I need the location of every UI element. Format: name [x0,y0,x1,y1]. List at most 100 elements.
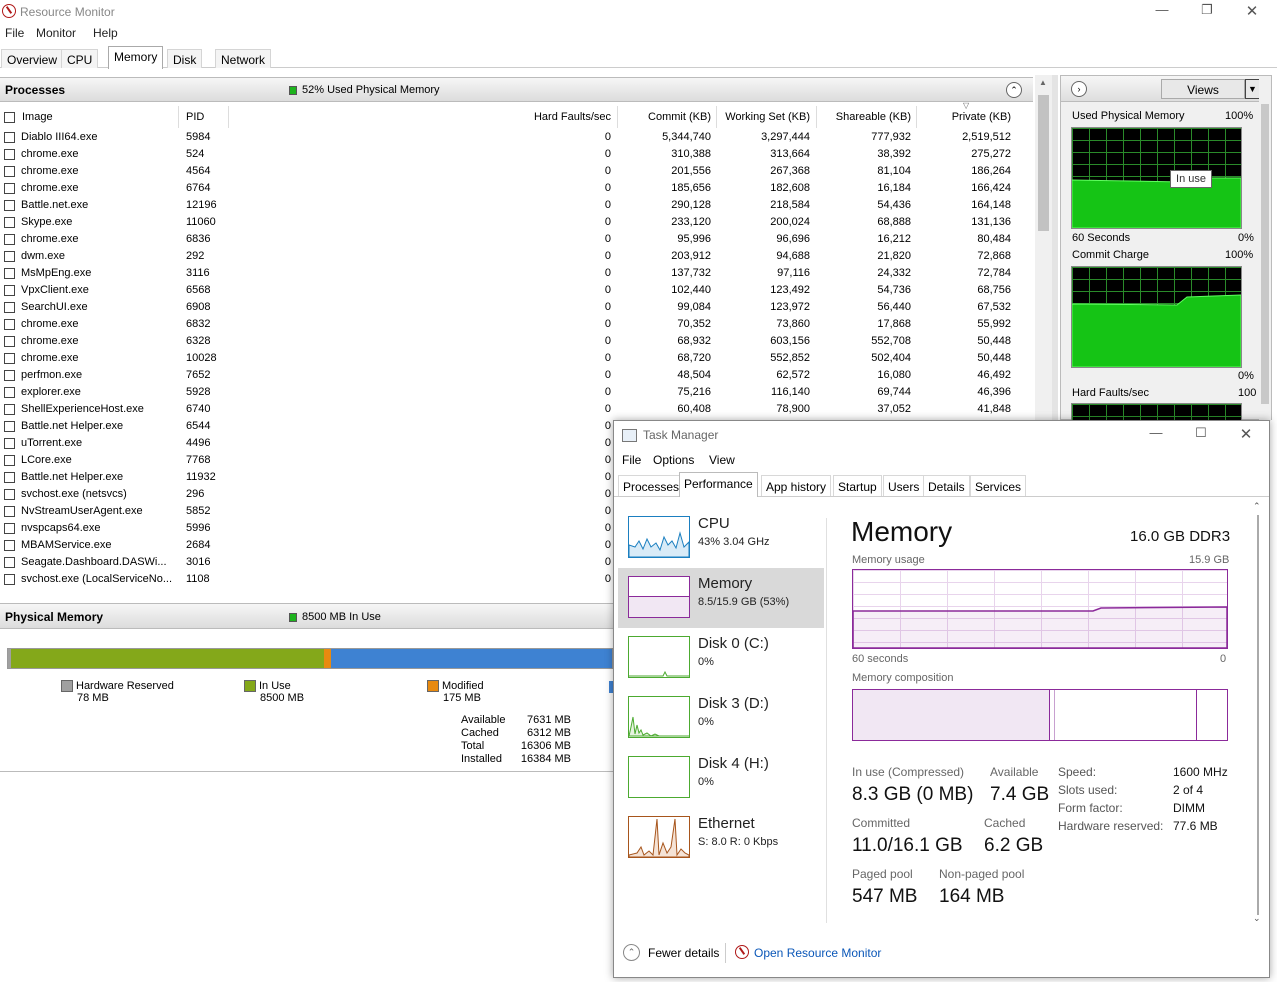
col-image[interactable]: Image [22,111,53,123]
tm-tab-performance[interactable]: Performance [679,472,758,497]
row-checkbox[interactable] [4,234,15,245]
col-hard-faults[interactable]: Hard Faults/sec [411,111,611,123]
tab-memory[interactable]: Memory [108,46,164,69]
scroll-up-icon[interactable]: ▲ [1039,78,1047,87]
row-checkbox[interactable] [4,336,15,347]
row-checkbox[interactable] [4,183,15,194]
tm-tab-details[interactable]: Details [923,475,970,496]
collapse-icon[interactable]: ⌃ [1006,82,1022,98]
tm-minimize-button[interactable]: — [1141,425,1171,443]
fewer-details-link[interactable]: Fewer details [648,946,719,960]
sidebar-item-disk-0[interactable]: Disk 0 (C:) 0% [618,628,824,688]
table-row[interactable]: perfmon.exe 7652 0 48,504 62,572 16,080 46,492 [0,367,1034,384]
col-shareable[interactable]: Shareable (KB) [816,111,911,123]
col-private[interactable]: Private (KB) [916,111,1011,123]
minimize-button[interactable]: — [1147,2,1177,20]
sidebar-item-disk-3[interactable]: Disk 3 (D:) 0% [618,688,824,748]
tab-cpu[interactable]: CPU [61,49,99,68]
tm-menu-view[interactable]: View [709,453,735,467]
tm-maximize-button[interactable]: ☐ [1186,425,1216,443]
row-checkbox[interactable] [4,251,15,262]
table-row[interactable]: VpxClient.exe 6568 0 102,440 123,492 54,736 68… [0,282,1034,299]
col-working-set[interactable]: Working Set (KB) [716,111,810,123]
tm-scrollbar[interactable]: ⌃ ⌄ [1251,501,1266,931]
tm-tab-processes[interactable]: Processes [618,475,685,496]
processes-header[interactable]: Processes 52% Used Physical Memory ⌃ [0,77,1033,102]
expand-right-icon[interactable]: › [1071,81,1087,97]
table-row[interactable]: chrome.exe 6764 0 185,656 182,608 16,184 166,4… [0,180,1034,197]
table-row[interactable]: chrome.exe 524 0 310,388 313,664 38,392 275,27… [0,146,1034,163]
menu-file[interactable]: File [5,26,24,40]
row-checkbox[interactable] [4,455,15,466]
row-checkbox[interactable] [4,574,15,585]
row-checkbox[interactable] [4,472,15,483]
row-checkbox[interactable] [4,506,15,517]
tm-menu-options[interactable]: Options [653,453,694,467]
tab-disk[interactable]: Disk [167,49,203,68]
tm-tab-startup[interactable]: Startup [833,475,882,496]
physical-memory-header[interactable]: Physical Memory 8500 MB In Use [0,603,614,629]
table-row[interactable]: chrome.exe 6836 0 95,996 96,696 16,212 80,484 [0,231,1034,248]
tm-tab-app-history[interactable]: App history [761,475,832,496]
sidebar-item-cpu[interactable]: CPU 43% 3.04 GHz [618,508,824,568]
splitter[interactable] [1052,75,1058,420]
sidebar-item-disk-4[interactable]: Disk 4 (H:) 0% [618,748,824,808]
table-row[interactable]: explorer.exe 5928 0 75,216 116,140 69,744 46,3… [0,384,1034,401]
table-row[interactable]: ShellExperienceHost.exe 6740 0 60,408 78,900… [0,401,1034,418]
table-row[interactable]: Battle.net.exe 12196 0 290,128 218,584 54,436… [0,197,1034,214]
restore-button[interactable]: ❐ [1192,2,1222,20]
views-button[interactable]: Views [1161,79,1245,99]
table-row[interactable]: dwm.exe 292 0 203,912 94,688 21,820 72,868 [0,248,1034,265]
graph-panel-scrollbar[interactable] [1259,76,1271,421]
tm-scroll-thumb[interactable] [1257,515,1259,915]
row-checkbox[interactable] [4,387,15,398]
select-all-checkbox[interactable] [4,111,15,123]
row-checkbox[interactable] [4,421,15,432]
row-checkbox[interactable] [4,200,15,211]
col-commit[interactable]: Commit (KB) [617,111,711,123]
views-dropdown-icon[interactable]: ▼ [1245,79,1260,99]
tm-tab-users[interactable]: Users [883,475,925,496]
row-checkbox[interactable] [4,370,15,381]
table-row[interactable]: chrome.exe 6328 0 68,932 603,156 552,708 50,44… [0,333,1034,350]
open-resource-monitor-link[interactable]: Open Resource Monitor [754,946,881,960]
row-checkbox[interactable] [4,166,15,177]
scroll-thumb[interactable] [1038,95,1049,231]
row-checkbox[interactable] [4,268,15,279]
row-checkbox[interactable] [4,285,15,296]
menu-help[interactable]: Help [93,26,118,40]
row-checkbox[interactable] [4,319,15,330]
col-pid[interactable]: PID [186,111,204,123]
row-checkbox[interactable] [4,489,15,500]
menu-monitor[interactable]: Monitor [36,26,76,40]
table-row[interactable]: chrome.exe 4564 0 201,556 267,368 81,104 186,2… [0,163,1034,180]
table-row[interactable]: SearchUI.exe 6908 0 99,084 123,972 56,440 67,5… [0,299,1034,316]
row-checkbox[interactable] [4,438,15,449]
sidebar-item-memory[interactable]: Memory 8.5/15.9 GB (53%) [618,568,824,628]
tm-scroll-down-icon[interactable]: ⌄ [1253,913,1261,924]
tm-tab-services[interactable]: Services [970,475,1027,496]
row-checkbox[interactable] [4,149,15,160]
table-row[interactable]: chrome.exe 10028 0 68,720 552,852 502,404 50,4… [0,350,1034,367]
row-checkbox[interactable] [4,132,15,143]
table-row[interactable]: MsMpEng.exe 3116 0 137,732 97,116 24,332 72,78… [0,265,1034,282]
row-checkbox[interactable] [4,523,15,534]
fewer-details-icon[interactable]: ⌃ [623,944,640,961]
table-row[interactable]: Skype.exe 11060 0 233,120 200,024 68,888 131,1… [0,214,1034,231]
table-row[interactable]: chrome.exe 6832 0 70,352 73,860 17,868 55,992 [0,316,1034,333]
row-checkbox[interactable] [4,217,15,228]
row-checkbox[interactable] [4,540,15,551]
graph-scroll-thumb[interactable] [1261,104,1269,404]
close-button[interactable]: ✕ [1237,2,1267,20]
tab-network[interactable]: Network [215,49,272,68]
tm-close-button[interactable]: ✕ [1231,425,1261,443]
row-checkbox[interactable] [4,557,15,568]
row-checkbox[interactable] [4,302,15,313]
tm-menu-file[interactable]: File [622,453,641,467]
tab-overview[interactable]: Overview [1,49,64,68]
tm-scroll-up-icon[interactable]: ⌃ [1253,501,1261,512]
row-checkbox[interactable] [4,353,15,364]
row-checkbox[interactable] [4,404,15,415]
table-row[interactable]: Diablo III64.exe 5984 0 5,344,740 3,297,444 7… [0,129,1034,146]
sidebar-item-ethernet[interactable]: Ethernet S: 8.0 R: 0 Kbps [618,808,824,868]
